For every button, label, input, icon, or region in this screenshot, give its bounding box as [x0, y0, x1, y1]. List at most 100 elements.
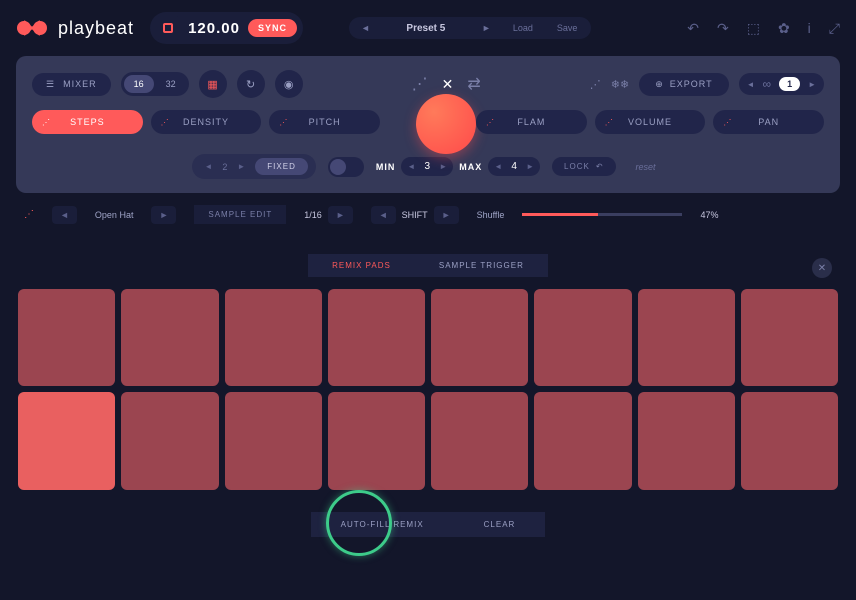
steps-32-option[interactable]: 32 — [156, 75, 186, 93]
param-pitch-button[interactable]: ⋰PITCH — [269, 110, 380, 134]
sample-bar: ⋰ ◄ Open Hat ► SAMPLE EDIT 1/16 ► ◄ SHIF… — [0, 193, 856, 236]
stop-button[interactable] — [156, 16, 180, 40]
min-label: MIN — [376, 162, 396, 172]
sample-dots-icon[interactable]: ⋰ — [24, 209, 34, 220]
tempo-value[interactable]: 120.00 — [188, 20, 240, 37]
shuffle-slider[interactable] — [522, 213, 682, 216]
sample-edit-button[interactable]: SAMPLE EDIT — [194, 205, 286, 224]
pad-8[interactable] — [741, 289, 838, 386]
shuffle-icon[interactable]: ✕ — [442, 76, 454, 93]
close-icon[interactable]: ✕ — [812, 258, 832, 278]
pad-6[interactable] — [534, 289, 631, 386]
sync-arrows-icon[interactable]: ⇄ — [467, 74, 480, 94]
param-steps-button[interactable]: ⋰STEPS — [32, 110, 143, 134]
step-count-toggle[interactable]: 16 32 — [121, 72, 189, 96]
min-down-icon[interactable]: ◄ — [407, 162, 415, 171]
shift-right-icon[interactable]: ► — [434, 206, 459, 224]
max-up-icon[interactable]: ► — [526, 162, 534, 171]
pad-11[interactable] — [225, 392, 322, 489]
autofill-button[interactable]: AUTO-FILL REMIX — [311, 512, 454, 537]
preset-selector: ◄ Preset 5 ► Load Save — [349, 17, 591, 39]
max-label: MAX — [459, 162, 482, 172]
pad-15[interactable] — [638, 392, 735, 489]
clear-button[interactable]: CLEAR — [454, 512, 546, 537]
reset-button[interactable]: reset — [628, 158, 664, 176]
undo-icon[interactable]: ↶ — [687, 20, 699, 37]
preset-save-button[interactable]: Save — [551, 21, 584, 35]
expand-icon[interactable]: ⤢ — [829, 20, 840, 37]
pad-9[interactable] — [18, 392, 115, 489]
pad-1[interactable] — [18, 289, 115, 386]
fixed-value[interactable]: 2 — [222, 162, 227, 172]
sample-name[interactable]: Open Hat — [95, 210, 134, 220]
fixed-control: ◄ 2 ► FIXED — [192, 154, 315, 179]
logo: playbeat — [16, 18, 134, 39]
target-icon[interactable]: ◉ — [275, 70, 303, 98]
loop-prev-icon[interactable]: ◄ — [747, 80, 755, 89]
app-name: playbeat — [58, 18, 134, 39]
pad-16[interactable] — [741, 392, 838, 489]
min-up-icon[interactable]: ► — [439, 162, 447, 171]
fixed-prev-icon[interactable]: ◄ — [200, 162, 216, 171]
undo-small-icon: ↶ — [596, 162, 604, 171]
sample-prev-icon[interactable]: ◄ — [52, 206, 77, 224]
pad-12[interactable] — [328, 392, 425, 489]
logo-icon — [16, 18, 50, 38]
tab-sample-trigger[interactable]: SAMPLE TRIGGER — [415, 254, 548, 277]
infinity-icon[interactable]: ∞ — [763, 77, 772, 91]
pad-14[interactable] — [534, 392, 631, 489]
shift-label: SHIFT — [402, 210, 428, 220]
mixer-button[interactable]: ☰MIXER — [32, 73, 111, 96]
loop-count[interactable]: 1 — [779, 77, 800, 91]
preset-name[interactable]: Preset 5 — [386, 23, 466, 34]
pad-13[interactable] — [431, 392, 528, 489]
snowflake-icon[interactable]: ❄❄ — [611, 78, 629, 91]
pad-4[interactable] — [328, 289, 425, 386]
param-pan-button[interactable]: ⋰PAN — [713, 110, 824, 134]
connect-icon[interactable]: ⋰ — [412, 74, 428, 94]
pad-2[interactable] — [121, 289, 218, 386]
tab-remix-pads[interactable]: REMIX PADS — [308, 254, 415, 277]
shuffle-label: Shuffle — [477, 210, 505, 220]
param-density-button[interactable]: ⋰DENSITY — [151, 110, 262, 134]
preset-load-button[interactable]: Load — [507, 21, 539, 35]
param-flam-button[interactable]: ⋰FLAM — [476, 110, 587, 134]
max-control: ◄ 4 ► — [488, 157, 540, 176]
division-value[interactable]: 1/16 — [304, 210, 322, 220]
grid-icon[interactable]: ▦ — [199, 70, 227, 98]
preset-next-icon[interactable]: ► — [478, 23, 495, 33]
main-panel: ☰MIXER 16 32 ▦ ↻ ◉ ⋰ ✕ ⇄ ⋰ ❄❄ ⊕EXPORT ◄ … — [16, 56, 840, 193]
shuffle-percent: 47% — [700, 210, 718, 220]
division-next-icon[interactable]: ► — [328, 206, 353, 224]
export-button[interactable]: ⊕EXPORT — [639, 73, 728, 96]
shift-left-icon[interactable]: ◄ — [371, 206, 396, 224]
info-icon[interactable]: i — [808, 20, 811, 36]
pad-5[interactable] — [431, 289, 528, 386]
loop-control: ◄ ∞ 1 ► — [739, 73, 824, 95]
sync-button[interactable]: SYNC — [248, 19, 297, 37]
random-icon[interactable]: ⋰ — [590, 78, 601, 91]
min-value[interactable]: 3 — [421, 161, 433, 172]
gear-icon[interactable]: ✿ — [778, 20, 790, 37]
param-volume-button[interactable]: ⋰VOLUME — [595, 110, 706, 134]
division-control: 1/16 ► — [304, 206, 352, 224]
fixed-toggle[interactable] — [328, 157, 364, 177]
steps-16-option[interactable]: 16 — [124, 75, 154, 93]
fixed-label: FIXED — [255, 158, 308, 175]
redo-icon[interactable]: ↷ — [717, 20, 729, 37]
loop-next-icon[interactable]: ► — [808, 80, 816, 89]
preset-prev-icon[interactable]: ◄ — [357, 23, 374, 33]
bottom-buttons: AUTO-FILL REMIX CLEAR — [0, 512, 856, 537]
dice-icon[interactable]: ⬚ — [747, 20, 760, 37]
pad-7[interactable] — [638, 289, 735, 386]
pad-10[interactable] — [121, 392, 218, 489]
pad-3[interactable] — [225, 289, 322, 386]
pad-grid — [0, 289, 856, 490]
sample-next-icon[interactable]: ► — [151, 206, 176, 224]
refresh-icon[interactable]: ↻ — [237, 70, 265, 98]
lock-button[interactable]: LOCK↶ — [552, 157, 616, 176]
pad-tabs: REMIX PADS SAMPLE TRIGGER — [0, 254, 856, 277]
max-down-icon[interactable]: ◄ — [494, 162, 502, 171]
max-value[interactable]: 4 — [508, 161, 520, 172]
fixed-next-icon[interactable]: ► — [233, 162, 249, 171]
